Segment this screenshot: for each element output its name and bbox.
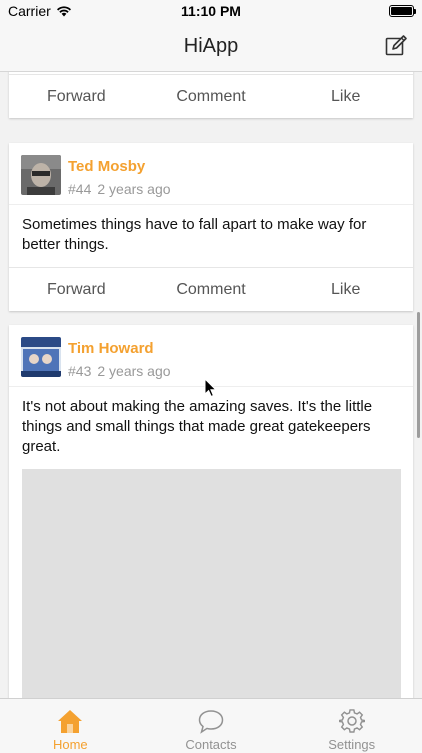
chat-bubble-icon: [198, 710, 224, 734]
tab-contacts[interactable]: Contacts: [141, 699, 282, 753]
post-header: Ted Mosby #44 2 years ago: [9, 143, 413, 205]
author-name[interactable]: Ted Mosby: [68, 157, 177, 177]
post-image-strip: [9, 72, 413, 74]
mouse-cursor-icon: [204, 378, 218, 398]
post-meta: #43 2 years ago: [68, 361, 177, 381]
author-name[interactable]: Tim Howard: [68, 339, 177, 359]
status-left: Carrier: [8, 3, 72, 19]
like-button[interactable]: Like: [278, 75, 413, 118]
post-actions: Forward Comment Like: [9, 267, 413, 311]
post-actions: Forward Comment Like: [9, 74, 413, 118]
avatar[interactable]: [21, 155, 61, 195]
wifi-icon: [56, 6, 71, 17]
post-time: 2 years ago: [97, 363, 171, 379]
tab-label: Settings: [328, 737, 376, 752]
tab-home[interactable]: Home: [0, 699, 141, 753]
battery-icon: [389, 5, 416, 17]
author-block: Tim Howard #43 2 years ago: [68, 337, 177, 381]
gear-icon: [338, 709, 365, 733]
post-card: Forward Comment Like: [9, 72, 413, 118]
post-image[interactable]: [22, 469, 401, 698]
avatar[interactable]: [21, 337, 61, 377]
tab-settings[interactable]: Settings: [281, 699, 422, 753]
post-time: 2 years ago: [97, 181, 171, 197]
status-bar: Carrier 11:10 PM: [0, 0, 422, 22]
page-title: HiApp: [183, 35, 239, 57]
comment-button[interactable]: Comment: [144, 268, 279, 311]
tab-label: Contacts: [185, 737, 237, 752]
tab-label: Home: [52, 737, 88, 752]
post-meta: #44 2 years ago: [68, 179, 177, 199]
app-screen: Carrier 11:10 PM HiApp Forward Comment L…: [0, 0, 422, 753]
home-icon: [58, 710, 83, 733]
carrier-label: Carrier: [8, 3, 51, 19]
post-card: Ted Mosby #44 2 years ago Sometimes thing…: [9, 143, 413, 311]
post-id: #44: [68, 181, 92, 197]
tab-bar: Home Contacts Settings: [0, 698, 422, 753]
nav-bar: HiApp: [0, 22, 422, 72]
scrollbar[interactable]: [417, 312, 420, 438]
comment-button[interactable]: Comment: [144, 75, 279, 118]
compose-icon[interactable]: [384, 34, 408, 58]
like-button[interactable]: Like: [278, 268, 413, 311]
post-id: #43: [68, 363, 92, 379]
post-text: Sometimes things have to fall apart to m…: [22, 216, 367, 253]
forward-button[interactable]: Forward: [9, 75, 144, 118]
post-text: It's not about making the amazing saves.…: [22, 398, 373, 455]
author-block: Ted Mosby #44 2 years ago: [68, 155, 177, 199]
forward-button[interactable]: Forward: [9, 268, 144, 311]
